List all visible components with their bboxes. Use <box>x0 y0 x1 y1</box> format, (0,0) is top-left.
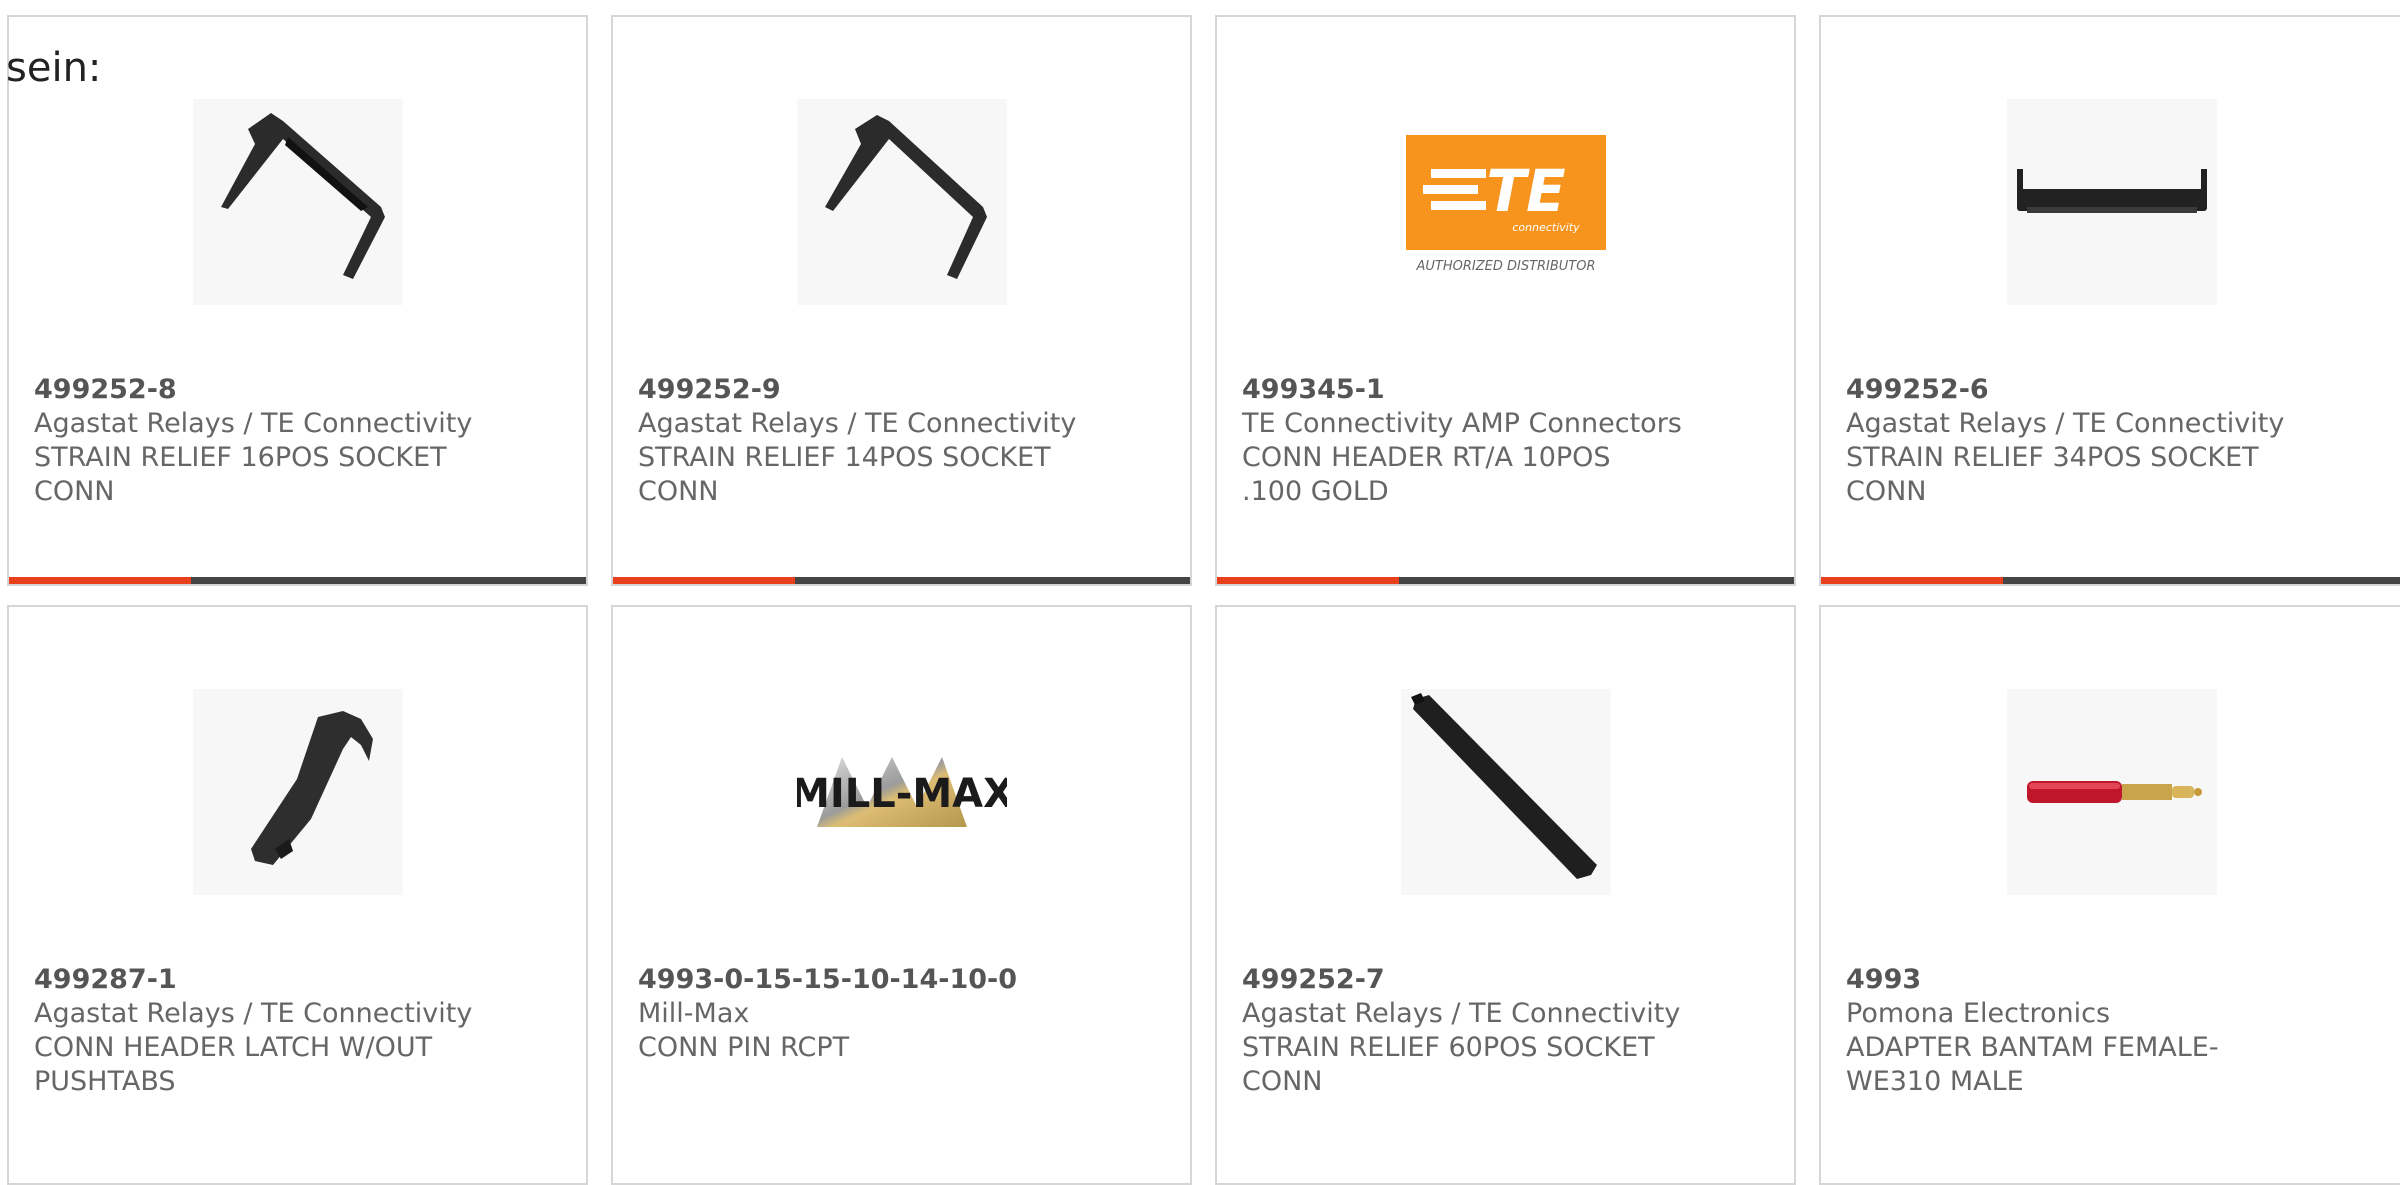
product-description: CONN HEADER LATCH W/OUT PUSHTABS <box>34 1032 433 1097</box>
product-part-number[interactable]: 499252-7 <box>1242 963 1774 997</box>
product-description: CONN HEADER RT/A 10POS .100 GOLD <box>1242 442 1611 507</box>
card-bottom-bar <box>613 577 1190 584</box>
strain-relief-clip-image <box>192 99 403 305</box>
product-part-number[interactable]: 4993 <box>1846 963 2382 997</box>
product-description: STRAIN RELIEF 34POS SOCKET CONN <box>1846 442 2259 507</box>
product-card[interactable]: 4993 Pomona Electronics ADAPTER BANTAM F… <box>1819 605 2400 1185</box>
product-part-number[interactable]: 499252-9 <box>638 373 1170 407</box>
card-accent-bar <box>1217 577 1399 584</box>
mill-max-logo-text: MILL-MAX <box>797 771 1007 817</box>
product-description: STRAIN RELIEF 60POS SOCKET CONN <box>1242 1032 1655 1097</box>
product-description: ADAPTER BANTAM FEMALE-WE310 MALE <box>1846 1032 2219 1097</box>
product-card[interactable]: 499252-7 Agastat Relays / TE Connectivit… <box>1215 605 1796 1185</box>
te-connectivity-logo: TE connectivity AUTHORIZED DISTRIBUTOR <box>1405 135 1606 274</box>
product-card[interactable]: TE connectivity AUTHORIZED DISTRIBUTOR 4… <box>1215 15 1796 586</box>
product-brand: Agastat Relays / TE Connectivity <box>34 408 473 439</box>
te-logo-text: TE <box>1486 157 1565 225</box>
product-image[interactable] <box>9 689 586 895</box>
te-logo-caption: AUTHORIZED DISTRIBUTOR <box>1415 259 1595 274</box>
product-image[interactable]: TE connectivity AUTHORIZED DISTRIBUTOR <box>1217 99 1794 305</box>
product-brand: Pomona Electronics <box>1846 998 2111 1029</box>
page-label: sein: <box>6 45 102 91</box>
card-bottom-bar <box>1217 577 1794 584</box>
product-card[interactable]: 499252-8 Agastat Relays / TE Connectivit… <box>7 15 588 586</box>
mill-max-logo: MILL-MAX <box>797 757 1007 827</box>
product-part-number[interactable]: 499345-1 <box>1242 373 1774 407</box>
product-card[interactable]: 499287-1 Agastat Relays / TE Connectivit… <box>7 605 588 1185</box>
product-card[interactable]: MILL-MAX 4993-0-15-15-10-14-10-0 Mill-Ma… <box>611 605 1192 1185</box>
header-latch-image <box>192 689 403 895</box>
te-logo-subtext: connectivity <box>1512 221 1580 234</box>
product-brand: Agastat Relays / TE Connectivity <box>1242 998 1681 1029</box>
strain-relief-bar-image <box>2006 99 2217 305</box>
card-bottom-bar <box>1821 577 2400 584</box>
product-image[interactable] <box>1821 689 2400 895</box>
product-brand: Agastat Relays / TE Connectivity <box>34 998 473 1029</box>
bantam-adapter-image <box>2006 689 2217 895</box>
card-bottom-bar <box>9 577 586 584</box>
product-part-number[interactable]: 499252-8 <box>34 373 566 407</box>
product-brand: Agastat Relays / TE Connectivity <box>638 408 1077 439</box>
card-accent-bar <box>613 577 795 584</box>
product-description: STRAIN RELIEF 14POS SOCKET CONN <box>638 442 1051 507</box>
strain-relief-clip-image <box>796 99 1007 305</box>
product-brand: Mill-Max <box>638 998 750 1029</box>
product-image[interactable] <box>1821 99 2400 305</box>
product-brand: TE Connectivity AMP Connectors <box>1242 408 1682 439</box>
product-image[interactable] <box>1217 689 1794 895</box>
product-grid: 499252-8 Agastat Relays / TE Connectivit… <box>0 0 2400 1185</box>
product-image[interactable] <box>613 99 1190 305</box>
product-description: STRAIN RELIEF 16POS SOCKET CONN <box>34 442 447 507</box>
product-description: CONN PIN RCPT <box>638 1032 850 1063</box>
product-card[interactable]: 499252-9 Agastat Relays / TE Connectivit… <box>611 15 1192 586</box>
product-part-number[interactable]: 499252-6 <box>1846 373 2382 407</box>
strain-relief-long-bar-image <box>1400 689 1611 895</box>
product-brand: Agastat Relays / TE Connectivity <box>1846 408 2285 439</box>
product-image[interactable] <box>9 99 586 305</box>
product-part-number[interactable]: 499287-1 <box>34 963 566 997</box>
card-accent-bar <box>1821 577 2003 584</box>
product-part-number[interactable]: 4993-0-15-15-10-14-10-0 <box>638 963 1170 997</box>
product-image[interactable]: MILL-MAX <box>613 689 1190 895</box>
product-card[interactable]: 499252-6 Agastat Relays / TE Connectivit… <box>1819 15 2400 586</box>
card-accent-bar <box>9 577 191 584</box>
